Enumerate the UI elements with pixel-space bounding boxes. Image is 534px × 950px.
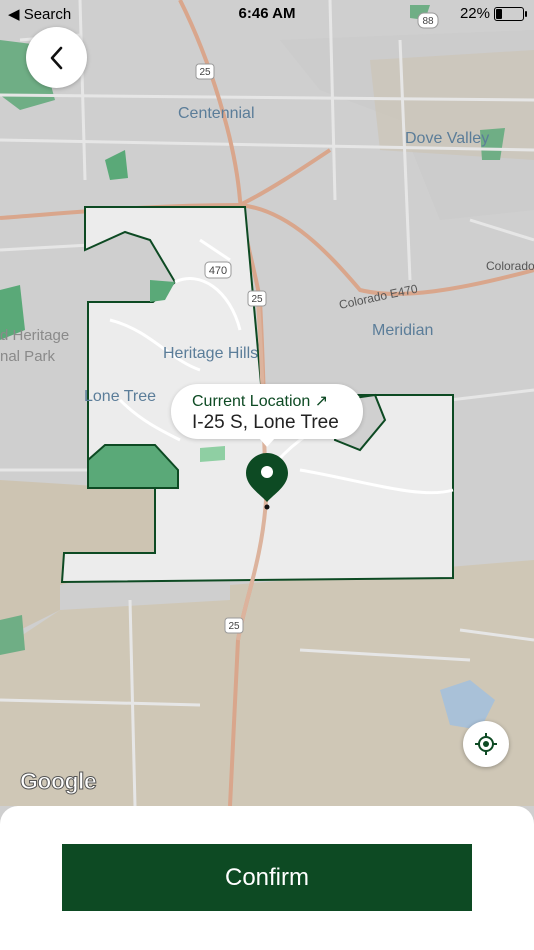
status-right: 22% [459, 5, 527, 22]
shield-25-top-icon: 25 [195, 63, 215, 80]
google-logo: Google [19, 768, 97, 795]
map-label-meridian: Meridian [372, 322, 433, 339]
map-label-centennial: Centennial [178, 105, 255, 122]
battery-percent: 22% [459, 5, 490, 22]
status-bar: ◀ Search 6:46 AM 22% [0, 0, 534, 28]
status-time: 6:46 AM [238, 5, 296, 22]
shield-25-bottom-label: 25 [228, 621, 240, 632]
current-location-callout[interactable]: Current Location ↗ I-25 S, Lone Tree [171, 384, 363, 447]
current-location-address: I-25 S, Lone Tree [192, 412, 339, 433]
map-label-colorado: Colorado [486, 259, 534, 273]
map-label-heritage-hills: Heritage Hills [163, 345, 258, 362]
confirm-button[interactable]: Confirm [62, 844, 472, 911]
bottom-sheet: Confirm [0, 806, 534, 950]
map-label-lone-tree: Lone Tree [84, 388, 156, 405]
map-label-dove-valley: Dove Valley [405, 130, 489, 147]
map-label-heritage-park-1: d Heritage [0, 327, 69, 344]
current-location-title: Current Location ↗ [192, 393, 329, 410]
chevron-left-icon [50, 46, 62, 69]
my-location-button[interactable] [463, 721, 509, 767]
shield-25-mid-icon: 25 [247, 290, 267, 307]
crosshair-icon [475, 733, 497, 755]
back-button[interactable] [26, 27, 87, 88]
shield-25-bottom-icon: 25 [224, 617, 244, 634]
shield-470-label: 470 [209, 265, 227, 277]
shield-25-mid-label: 25 [251, 294, 263, 305]
shield-25-top-label: 25 [199, 67, 211, 78]
battery-icon [494, 6, 527, 21]
map-label-heritage-park-2: nal Park [0, 348, 56, 365]
shield-470-icon: 470 [204, 261, 232, 279]
